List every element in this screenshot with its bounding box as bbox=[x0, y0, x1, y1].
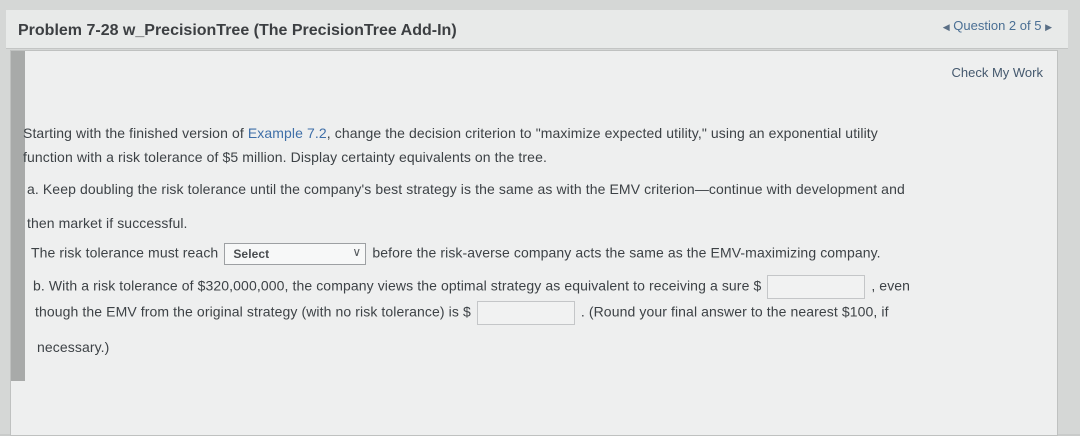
prev-question-icon[interactable]: ◀ bbox=[943, 22, 950, 32]
page-title: Problem 7-28 w_PrecisionTree (The Precis… bbox=[18, 22, 457, 39]
question-counter: Question 2 of 5 bbox=[953, 18, 1042, 33]
risk-tolerance-select[interactable]: Select ∨ bbox=[224, 243, 367, 265]
part-b-line-2-suffix: . (Round your final answer to the neares… bbox=[580, 303, 889, 320]
original-emv-input[interactable] bbox=[476, 301, 575, 325]
select-value: Select bbox=[233, 247, 270, 261]
part-a-answer: The risk tolerance must reach Select ∨ b… bbox=[31, 243, 881, 265]
part-b-line-1: b. With a risk tolerance of $320,000,000… bbox=[33, 275, 910, 299]
screen: Problem 7-28 w_PrecisionTree (The Precis… bbox=[0, 0, 1080, 436]
question-panel: Check My Work Starting with the finished… bbox=[10, 50, 1058, 436]
intro-line-1: Starting with the finished version of Ex… bbox=[23, 125, 878, 141]
part-a-line-1: a. Keep doubling the risk tolerance unti… bbox=[27, 181, 905, 197]
intro-line-2: function with a risk tolerance of $5 mil… bbox=[23, 149, 547, 165]
problem-header: Problem 7-28 w_PrecisionTree (The Precis… bbox=[6, 10, 1068, 49]
part-b-line-2: though the EMV from the original strateg… bbox=[35, 301, 889, 325]
part-b-text: b. With a risk tolerance of $320,000,000… bbox=[33, 277, 762, 294]
question-navigator[interactable]: ◀ Question 2 of 5 ▶ bbox=[943, 18, 1052, 33]
part-a-answer-prefix: The risk tolerance must reach bbox=[31, 244, 219, 261]
chevron-down-icon: ∨ bbox=[352, 245, 362, 259]
next-question-icon[interactable]: ▶ bbox=[1045, 22, 1052, 32]
intro-text: Starting with the finished version of bbox=[23, 125, 248, 141]
part-b-line-3: necessary.) bbox=[37, 339, 110, 355]
check-my-work-button[interactable]: Check My Work bbox=[952, 65, 1044, 80]
part-b-line-2-prefix: though the EMV from the original strateg… bbox=[35, 303, 471, 320]
part-a-line-2: then market if successful. bbox=[27, 215, 188, 231]
intro-text-cont: , change the decision criterion to "maxi… bbox=[326, 125, 878, 141]
example-link[interactable]: Example 7.2 bbox=[248, 125, 327, 141]
part-a-answer-suffix: before the risk-averse company acts the … bbox=[372, 244, 881, 261]
part-b-text-cont: , even bbox=[871, 277, 911, 294]
scrollbar[interactable] bbox=[11, 51, 25, 381]
certainty-equivalent-input[interactable] bbox=[767, 275, 866, 299]
